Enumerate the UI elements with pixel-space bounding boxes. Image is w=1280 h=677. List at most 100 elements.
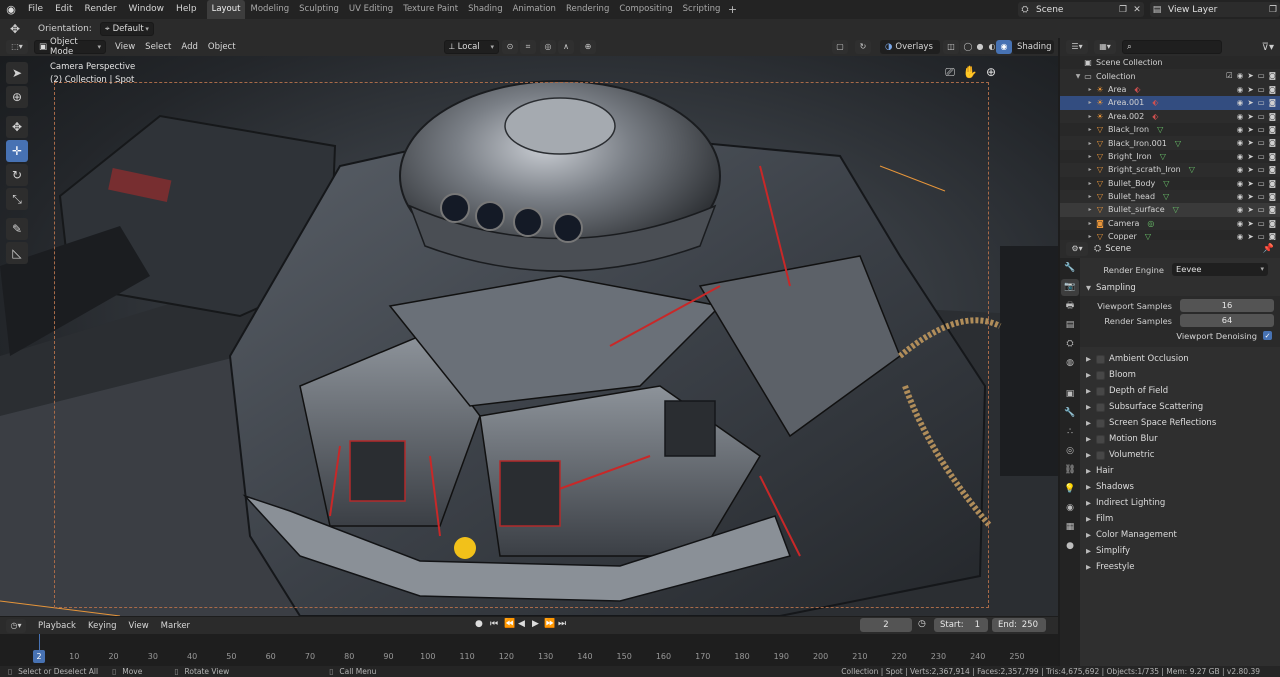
show-gizmo-icon[interactable]: ↻ <box>855 40 871 54</box>
light-data-icon[interactable]: ⬖ <box>1152 112 1158 121</box>
viewport-samples-field[interactable]: 16 <box>1180 299 1274 312</box>
tab-layout[interactable]: Layout <box>206 0 246 19</box>
end-frame-field[interactable]: End: 250 <box>992 618 1046 632</box>
tab-modeling[interactable]: Modeling <box>245 0 294 19</box>
outliner-row[interactable]: ▸ ▽ Bright_Iron ▽ ◉ ➤ ▭ ◙ <box>1060 150 1280 163</box>
effect-panel-header[interactable]: ▶ Ambient Occlusion <box>1080 351 1280 367</box>
add-workspace-button[interactable]: + <box>725 0 739 19</box>
checkbox-icon[interactable]: ☑ <box>1226 71 1233 80</box>
mesh-data-icon[interactable]: ▽ <box>1173 205 1179 214</box>
rotate-icon[interactable]: ↻ <box>6 164 28 186</box>
chevron-right-icon[interactable]: ▸ <box>1086 99 1094 106</box>
tool-tab-icon[interactable]: 🔧 <box>1061 260 1079 277</box>
tab-rendering[interactable]: Rendering <box>561 0 614 19</box>
duplicate-scene-icon[interactable]: ❐ <box>1116 5 1130 15</box>
render-panel-header[interactable]: ▶ Simplify <box>1080 543 1280 559</box>
next-key-icon[interactable]: ⏩ <box>544 619 555 629</box>
scene-tab-icon[interactable]: ⛭ <box>1061 336 1079 353</box>
cursor-select-icon[interactable]: ➤ <box>1247 192 1253 201</box>
camera-render-icon[interactable]: ◙ <box>1269 205 1276 214</box>
monitor-icon[interactable]: ▭ <box>1258 219 1265 228</box>
menu-select[interactable]: Select <box>140 40 176 54</box>
menu-file[interactable]: File <box>22 0 49 19</box>
camera-render-icon[interactable]: ◙ <box>1269 138 1276 147</box>
modifier-tab-icon[interactable]: 🔧 <box>1061 405 1079 422</box>
overlays-dropdown[interactable]: ◑ Overlays <box>880 40 940 54</box>
physics-tab-icon[interactable]: ◎ <box>1061 443 1079 460</box>
outliner-row[interactable]: ▸ ▽ Copper ▽ ◉ ➤ ▭ ◙ <box>1060 230 1280 240</box>
monitor-icon[interactable]: ▭ <box>1258 165 1265 174</box>
shading-tab-icon[interactable]: ● <box>1061 538 1079 555</box>
object-data-tab-icon[interactable]: 💡 <box>1061 481 1079 498</box>
transform-orientation-dropdown[interactable]: ⟂ Local ▾ <box>444 40 499 54</box>
effect-checkbox[interactable] <box>1096 434 1105 444</box>
effect-panel-header[interactable]: ▶ Subsurface Scattering <box>1080 399 1280 415</box>
proportional-editing-icon[interactable]: ◎ <box>540 40 556 54</box>
cursor-select-icon[interactable]: ➤ <box>1247 112 1253 121</box>
camera-render-icon[interactable]: ◙ <box>1269 125 1276 134</box>
cursor-select-icon[interactable]: ➤ <box>1247 71 1253 80</box>
tab-scripting[interactable]: Scripting <box>678 0 726 19</box>
display-mode-icon[interactable]: ▦▾ <box>1094 40 1116 54</box>
monitor-icon[interactable]: ▭ <box>1258 71 1265 80</box>
camera-render-icon[interactable]: ◙ <box>1269 165 1276 174</box>
rendered-shading-icon[interactable]: ◉ <box>996 40 1012 54</box>
camera-render-icon[interactable]: ◙ <box>1269 179 1276 188</box>
mesh-data-icon[interactable]: ▽ <box>1145 232 1151 240</box>
tab-shading[interactable]: Shading <box>463 0 508 19</box>
cursor-select-icon[interactable]: ➤ <box>1247 219 1253 228</box>
chevron-right-icon[interactable]: ▸ <box>1086 180 1094 187</box>
monitor-icon[interactable]: ▭ <box>1258 192 1265 201</box>
camera-render-icon[interactable]: ◙ <box>1269 219 1276 228</box>
particles-tab-icon[interactable]: ∴ <box>1061 424 1079 441</box>
chevron-right-icon[interactable]: ▸ <box>1086 140 1094 147</box>
eye-icon[interactable]: ◉ <box>1237 112 1244 121</box>
outliner-row[interactable]: ▸ ▽ Black_Iron.001 ▽ ◉ ➤ ▭ ◙ <box>1060 136 1280 150</box>
viewport-object-types-icon[interactable]: ▢ <box>832 40 848 54</box>
outliner-row[interactable]: ▸ ▽ Bullet_surface ▽ ◉ ➤ ▭ ◙ <box>1060 203 1280 217</box>
scene-collection-row[interactable]: ▣ Scene Collection <box>1060 56 1280 69</box>
view-layer-selector[interactable]: ▤ View Layer ❐ <box>1150 2 1280 17</box>
menu-keying[interactable]: Keying <box>82 621 123 631</box>
mesh-data-icon[interactable]: ▽ <box>1160 152 1166 161</box>
render-tab-icon[interactable]: 📷 <box>1061 279 1079 296</box>
outliner-row[interactable]: ▸ ☀ Area.001 ⬖ ◉ ➤ ▭ ◙ <box>1060 96 1280 110</box>
outliner-row[interactable]: ▸ ▽ Bullet_Body ▽ ◉ ➤ ▭ ◙ <box>1060 177 1280 190</box>
view-layer-name[interactable]: View Layer <box>1164 5 1266 15</box>
xray-toggle-icon[interactable]: ◫ <box>943 40 959 54</box>
chevron-right-icon[interactable]: ▸ <box>1086 193 1094 200</box>
tab-texture-paint[interactable]: Texture Paint <box>398 0 463 19</box>
outliner-search-input[interactable]: ⌕ <box>1122 40 1222 54</box>
menu-object[interactable]: Object <box>203 40 241 54</box>
effect-checkbox[interactable] <box>1096 386 1105 396</box>
constraints-tab-icon[interactable]: ⛓ <box>1061 462 1079 479</box>
eye-icon[interactable]: ◉ <box>1237 205 1244 214</box>
scene-selector[interactable]: ⛭ Scene ❐ ✕ <box>1018 2 1144 17</box>
record-icon[interactable]: ● <box>475 619 483 629</box>
mesh-data-icon[interactable]: ▽ <box>1157 125 1163 134</box>
camera-render-icon[interactable]: ◙ <box>1269 112 1276 121</box>
material-tab-icon[interactable]: ◉ <box>1061 500 1079 517</box>
pan-hand-icon[interactable]: ✋ <box>962 65 978 81</box>
eye-icon[interactable]: ◉ <box>1237 98 1244 107</box>
timeline[interactable]: 0102030405060708090100110120130140150160… <box>0 634 1058 666</box>
effect-panel-header[interactable]: ▶ Motion Blur <box>1080 431 1280 447</box>
effect-checkbox[interactable] <box>1096 450 1105 460</box>
view-layer-tab-icon[interactable]: ▤ <box>1061 317 1079 334</box>
outliner-row[interactable]: ▸ ☀ Area ⬖ ◉ ➤ ▭ ◙ <box>1060 82 1280 97</box>
gizmo-toggle-icon[interactable]: ⊕ <box>580 40 596 54</box>
camera-render-icon[interactable]: ◙ <box>1269 192 1276 201</box>
eye-icon[interactable]: ◉ <box>1237 152 1244 161</box>
move-tool-icon[interactable]: ✥ <box>0 22 30 36</box>
orientation-dropdown[interactable]: ⌖ Default ▾ <box>99 21 154 36</box>
outliner-row[interactable]: ▸ ▽ Bright_scrath_Iron ▽ ◉ ➤ ▭ ◙ <box>1060 163 1280 177</box>
effect-panel-header[interactable]: ▶ Depth of Field <box>1080 383 1280 399</box>
render-panel-header[interactable]: ▶ Color Management <box>1080 527 1280 543</box>
eye-icon[interactable]: ◉ <box>1237 192 1244 201</box>
outliner-row[interactable]: ▸ ▽ Bullet_head ▽ ◉ ➤ ▭ ◙ <box>1060 189 1280 204</box>
render-panel-header[interactable]: ▶ Indirect Lighting <box>1080 495 1280 511</box>
cursor-select-icon[interactable]: ➤ <box>1247 125 1253 134</box>
monitor-icon[interactable]: ▭ <box>1258 112 1265 121</box>
render-panel-header[interactable]: ▶ Film <box>1080 511 1280 527</box>
monitor-icon[interactable]: ▭ <box>1258 138 1265 147</box>
